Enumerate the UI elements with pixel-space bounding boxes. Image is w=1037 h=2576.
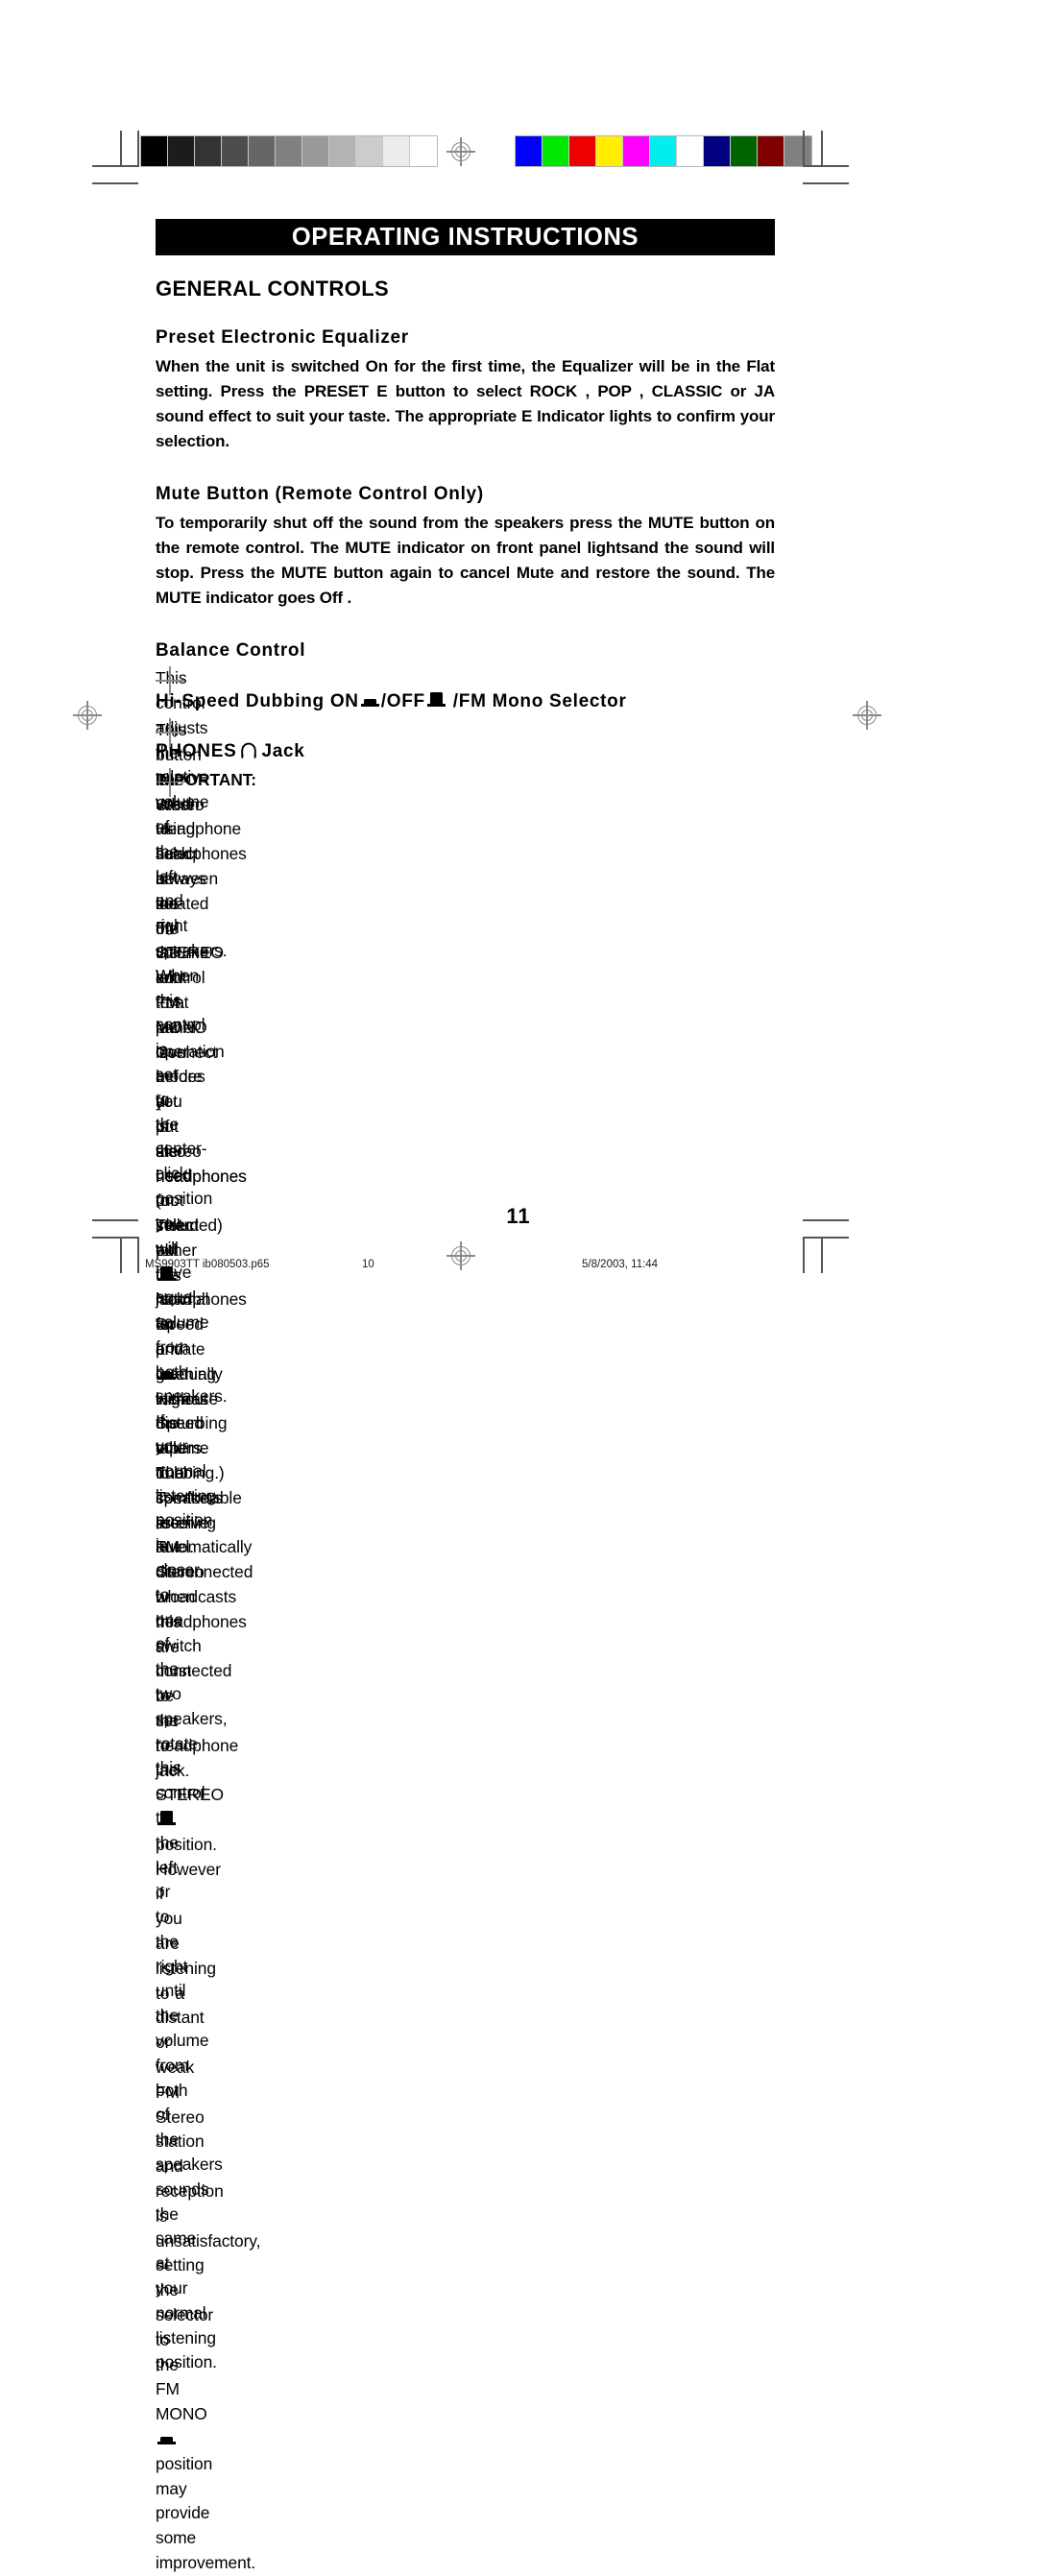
heading-dubbing-text-2: /OFF	[380, 691, 425, 712]
section-phones-jack: PHONES Jack The Stereo Headphone Jack is …	[156, 740, 775, 1780]
calibration-swatch	[222, 136, 249, 166]
footer-page-number: 10	[362, 1259, 374, 1270]
headphones-icon	[239, 741, 258, 759]
calibration-swatch	[141, 136, 168, 166]
important-label: IMPORTANT:	[156, 769, 256, 789]
grayscale-calibration-strip	[140, 135, 438, 167]
section-balance-control: Balance Control This control adjusts the…	[156, 639, 775, 2371]
heading-hi-speed-dubbing: Hi-Speed Dubbing ON/OFF /FM Mono Selecto…	[156, 690, 775, 713]
crop-tick-top-right	[803, 182, 849, 184]
calibration-swatch	[516, 136, 543, 166]
calibration-swatch	[758, 136, 784, 166]
calibration-swatch	[677, 136, 704, 166]
page-content: OPERATING INSTRUCTIONS GENERAL CONTROLS …	[156, 219, 775, 2572]
calibration-swatch	[329, 136, 356, 166]
calibration-swatch	[276, 136, 302, 166]
crop-tick-top-left	[120, 131, 122, 167]
color-calibration-strip	[515, 135, 812, 167]
heading-balance-control: Balance Control	[156, 639, 306, 661]
dubbing-text-5: position may provide some improvement.	[156, 2453, 256, 2572]
calibration-swatch	[302, 136, 329, 166]
crop-mark-top-left	[92, 165, 138, 167]
calibration-swatch	[784, 136, 811, 166]
heading-preset-electronic-equalizer: Preset Electronic Equalizer	[156, 327, 409, 348]
paragraph-phones-important: IMPORTANT: When using headphones always …	[156, 767, 256, 1556]
switch-low-icon	[360, 694, 379, 708]
footer-filename: MS9903TT ib080503.p65	[145, 1259, 270, 1270]
crop-mark-bottom-right	[803, 1237, 849, 1239]
calibration-swatch	[383, 136, 410, 166]
calibration-swatch	[356, 136, 383, 166]
paragraph-hi-speed-dubbing: This button is used to select between th…	[156, 718, 260, 2572]
calibration-swatch	[650, 136, 677, 166]
crop-tick-top-right	[821, 131, 823, 167]
footer-timestamp: 5/8/2003, 11:44	[582, 1259, 659, 1270]
calibration-swatch	[410, 136, 437, 166]
page-number: 11	[506, 1204, 531, 1228]
registration-target-left	[73, 701, 102, 730]
section-mute-button: Mute Button (Remote Control Only) To tem…	[156, 483, 775, 611]
crop-mark-bottom-left	[92, 1237, 138, 1239]
calibration-swatch	[704, 136, 731, 166]
paragraph-mute-button: To temporarily shut off the sound from t…	[156, 513, 775, 607]
section-hi-speed-dubbing: Hi-Speed Dubbing ON/OFF /FM Mono Selecto…	[156, 690, 775, 2572]
crop-mark-top-right	[803, 131, 805, 167]
crop-mark-top-right	[803, 165, 849, 167]
calibration-swatch	[195, 136, 222, 166]
calibration-swatch	[543, 136, 569, 166]
switch-high-icon	[426, 690, 446, 708]
page-title-banner: OPERATING INSTRUCTIONS	[156, 219, 775, 255]
section-heading-general-controls: GENERAL CONTROLS	[156, 277, 390, 301]
heading-phones-jack: PHONES Jack	[156, 740, 775, 763]
calibration-swatch	[731, 136, 758, 166]
registration-target-top	[446, 137, 475, 166]
heading-mute-button: Mute Button (Remote Control Only)	[156, 483, 484, 504]
heading-dubbing-text-3: /FM Mono Selector	[446, 691, 627, 712]
crop-tick-top-left	[92, 182, 138, 184]
calibration-swatch	[569, 136, 596, 166]
section-preset-electronic-equalizer: Preset Electronic Equalizer When the uni…	[156, 326, 775, 454]
calibration-swatch	[249, 136, 276, 166]
calibration-bar	[0, 135, 1037, 168]
heading-phones-text-2: Jack	[261, 741, 305, 761]
crop-mark-top-left	[137, 131, 139, 167]
calibration-swatch	[168, 136, 195, 166]
paragraph-preset-electronic-equalizer: When the unit is switched On for the fir…	[156, 356, 775, 450]
calibration-swatch	[596, 136, 623, 166]
paragraph-balance-control: This control adjusts the relative volume…	[156, 666, 228, 2372]
switch-low-icon	[157, 2432, 176, 2444]
print-footer: MS9903TT ib080503.p65 10 5/8/2003, 11:44	[0, 1259, 1037, 1278]
switch-high-icon	[157, 1809, 176, 1826]
calibration-swatch	[623, 136, 650, 166]
registration-target-right	[853, 701, 881, 730]
